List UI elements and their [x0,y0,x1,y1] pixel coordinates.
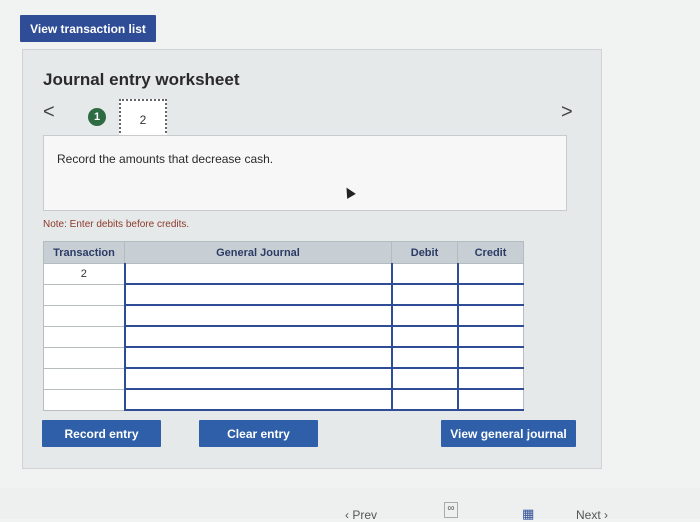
link-icon[interactable]: ∞ [444,502,458,518]
credit-input[interactable] [456,325,524,348]
debit-input[interactable] [390,367,458,390]
record-entry-button[interactable]: Record entry [42,420,161,447]
transaction-cell [43,283,125,306]
header-transaction: Transaction [43,241,125,264]
credit-input[interactable] [456,304,524,327]
step-1-completed[interactable]: 1 [88,108,106,126]
debit-input[interactable] [390,263,458,285]
debit-input[interactable] [390,388,458,411]
debit-input[interactable] [390,325,458,348]
view-transaction-list-button[interactable]: View transaction list [20,15,156,42]
footer-nav: ‹ Prev ∞ ▦ Next › [0,488,700,522]
next-link[interactable]: Next › [576,508,608,522]
table-row [43,367,524,390]
transaction-cell [43,325,125,348]
credit-input[interactable] [456,283,524,306]
credit-input[interactable] [456,367,524,390]
table-row [43,304,524,327]
journal-table: Transaction General Journal Debit Credit… [43,241,524,411]
header-debit: Debit [391,241,458,264]
table-row [43,325,524,348]
general-journal-input[interactable] [123,346,392,369]
debit-input[interactable] [390,283,458,306]
view-general-journal-button[interactable]: View general journal [441,420,576,447]
next-label: Next [576,508,601,522]
note-text: Note: Enter debits before credits. [43,219,190,230]
chevron-right-icon: › [600,508,609,522]
general-journal-input[interactable] [123,325,392,348]
table-row [43,388,524,411]
transaction-cell [43,304,125,327]
grid-icon[interactable]: ▦ [522,506,534,522]
clear-entry-button[interactable]: Clear entry [199,420,318,447]
instruction-box: Record the amounts that decrease cash. [43,135,567,211]
chevron-left-icon[interactable]: < [43,102,55,122]
debit-input[interactable] [390,304,458,327]
general-journal-input[interactable] [123,367,392,390]
header-credit: Credit [457,241,524,264]
worksheet-title: Journal entry worksheet [43,70,240,89]
prev-label: Prev [352,508,378,522]
transaction-cell: 2 [43,263,125,285]
table-row [43,346,524,369]
chevron-right-icon[interactable]: > [561,102,573,122]
table-row: 2 [43,263,524,285]
table-row [43,283,524,306]
general-journal-input[interactable] [123,304,392,327]
general-journal-input[interactable] [123,283,392,306]
transaction-cell [43,367,125,390]
transaction-cell [43,346,125,369]
journal-entry-worksheet-panel: Journal entry worksheet < > 1 2 Record t… [22,49,602,469]
credit-input[interactable] [456,263,524,285]
prev-link[interactable]: ‹ Prev [345,508,377,522]
transaction-cell [43,388,125,411]
general-journal-input[interactable] [123,263,392,285]
general-journal-input[interactable] [123,388,392,411]
header-general-journal: General Journal [124,241,392,264]
instruction-text: Record the amounts that decrease cash. [57,152,274,166]
credit-input[interactable] [456,388,524,411]
debit-input[interactable] [390,346,458,369]
credit-input[interactable] [456,346,524,369]
